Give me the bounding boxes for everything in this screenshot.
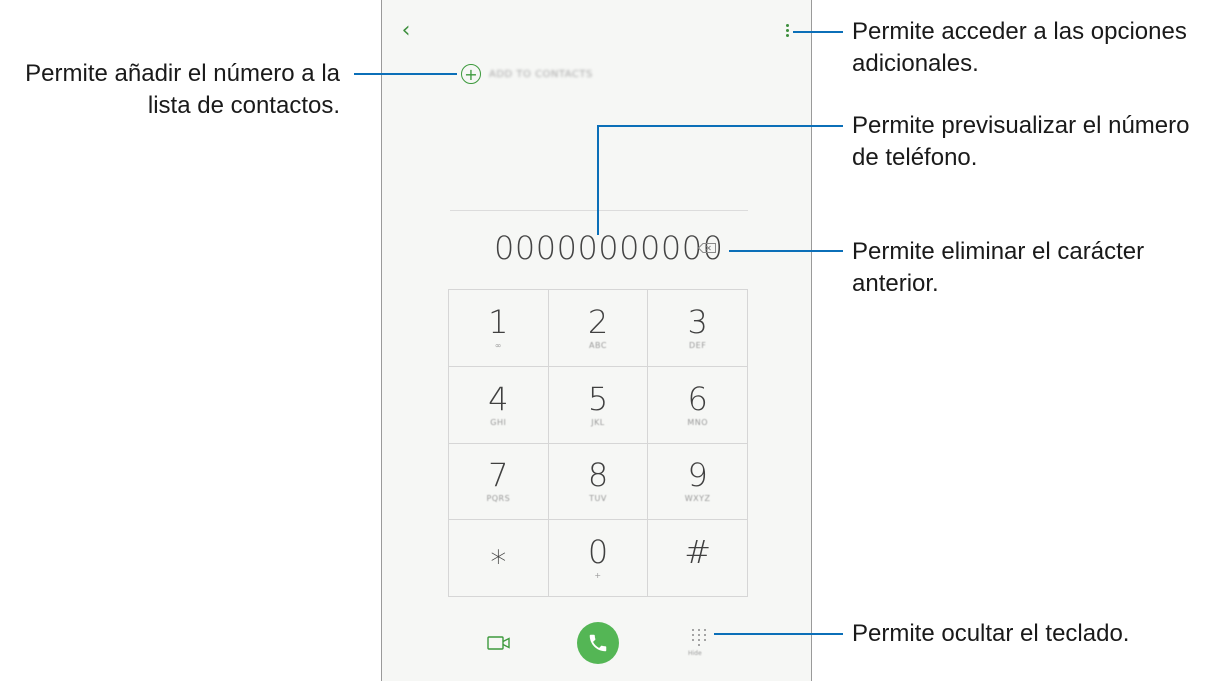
dial-keypad: 1 ∞ 2 ABC 3 DEF 4 GHI 5 JKL 6 MNO 7 PQRS… [448, 289, 748, 597]
chevron-left-icon[interactable]: ‹ [396, 18, 416, 44]
key-0[interactable]: 0 + [548, 520, 649, 597]
key-digit: 2 [587, 302, 609, 341]
key-letters: JKL [591, 417, 605, 427]
key-7[interactable]: 7 PQRS [449, 443, 549, 521]
callout-line-add-contact [354, 73, 457, 75]
key-8[interactable]: 8 TUV [548, 443, 649, 521]
key-digit: 7 [488, 456, 509, 495]
key-letters: TUV [589, 494, 607, 504]
key-digit: 8 [587, 456, 609, 495]
key-digit: 6 [687, 379, 708, 418]
add-to-contacts-button[interactable]: + ADD TO CONTACTS [461, 62, 593, 86]
key-digit: 9 [687, 456, 708, 495]
phone-number-display[interactable]: 00000000000 [494, 228, 723, 268]
add-contact-icon: + [461, 64, 481, 84]
voicemail-icon: ∞ [494, 340, 502, 350]
more-options-icon[interactable] [786, 24, 792, 38]
key-digit: # [684, 533, 712, 572]
callout-line-preview-v [597, 125, 599, 235]
callout-line-hide-keypad [714, 633, 843, 635]
callout-options: Permite acceder a las opciones adicional… [852, 18, 1187, 77]
key-digit: 3 [687, 302, 708, 341]
add-to-contacts-label: ADD TO CONTACTS [489, 68, 593, 80]
key-2[interactable]: 2 ABC [548, 290, 649, 367]
key-digit: 4 [488, 379, 509, 418]
callout-hide-keypad: Permite ocultar el teclado. [852, 620, 1130, 647]
key-letters: + [594, 571, 602, 581]
dialer-bottom-bar: Hide [448, 618, 748, 668]
key-letters: MNO [687, 417, 708, 427]
phone-dialer-screen: ‹ + ADD TO CONTACTS 00000000000 1 ∞ 2 AB… [381, 0, 812, 681]
key-4[interactable]: 4 GHI [449, 366, 549, 444]
callout-delete: Permite eliminar el carácter anterior. [852, 238, 1145, 297]
key-letters: WXYZ [684, 494, 711, 504]
call-button[interactable] [577, 622, 619, 664]
hide-keypad-label: Hide [688, 650, 702, 657]
key-star[interactable]: ⁎ [449, 520, 549, 597]
callout-line-options [793, 31, 843, 33]
key-digit: ⁎ [490, 533, 507, 572]
dialpad-icon[interactable] [690, 628, 708, 646]
phone-call-icon [589, 634, 607, 652]
key-letters: ABC [589, 340, 607, 350]
callout-line-preview-h [597, 125, 843, 127]
key-letters: DEF [688, 340, 707, 350]
key-9[interactable]: 9 WXYZ [648, 443, 748, 521]
key-digit: 1 [488, 302, 509, 341]
key-1[interactable]: 1 ∞ [449, 290, 549, 367]
key-3[interactable]: 3 DEF [648, 290, 748, 367]
key-hash[interactable]: # [648, 520, 748, 597]
key-5[interactable]: 5 JKL [548, 366, 649, 444]
key-digit: 5 [587, 379, 609, 418]
callout-preview: Permite previsualizar el número de teléf… [852, 112, 1190, 171]
key-digit: 0 [587, 533, 609, 572]
backspace-icon[interactable] [698, 243, 716, 253]
video-call-icon[interactable] [487, 634, 511, 652]
number-divider [450, 210, 748, 211]
callout-line-delete [729, 250, 843, 252]
key-6[interactable]: 6 MNO [648, 366, 748, 444]
key-letters: PQRS [486, 494, 511, 504]
callout-add-contact: Permite añadir el número a la lista de c… [25, 60, 340, 119]
key-letters: GHI [490, 417, 507, 427]
